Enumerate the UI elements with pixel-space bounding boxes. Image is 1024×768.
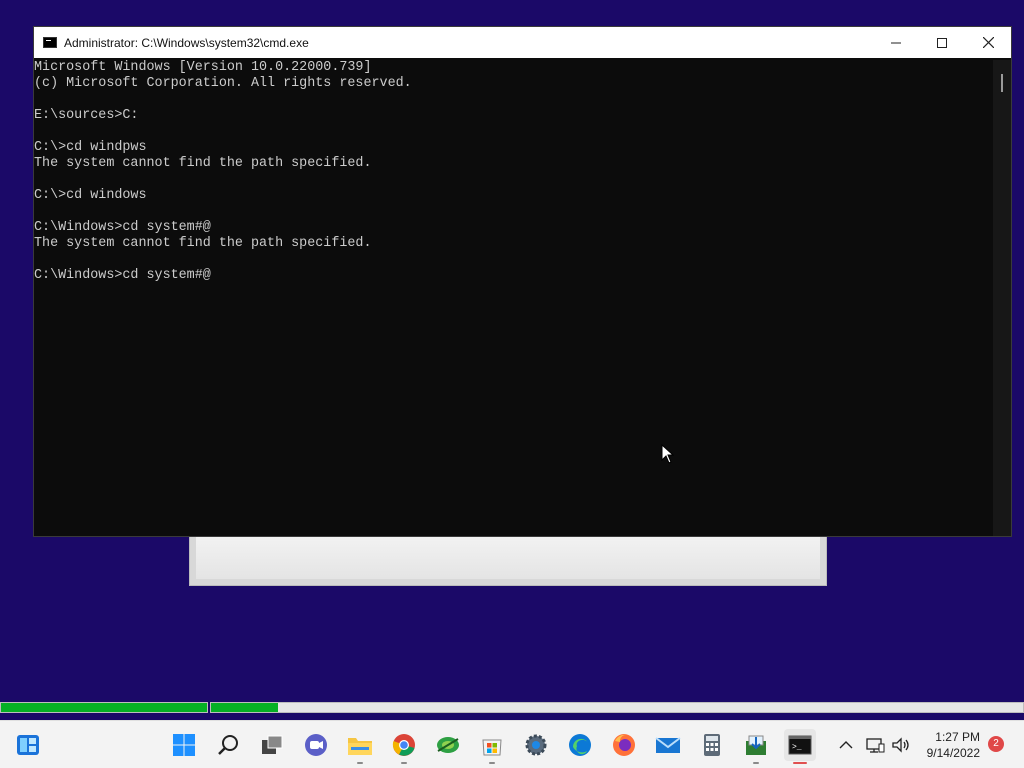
cmd-window[interactable]: Administrator: C:\Windows\system32\cmd.e…	[33, 26, 1012, 537]
clock-time: 1:27 PM	[935, 730, 980, 744]
console-line: (c) Microsoft Corporation. All rights re…	[34, 76, 412, 91]
window-title: Administrator: C:\Windows\system32\cmd.e…	[64, 35, 309, 50]
calculator-icon[interactable]	[696, 729, 728, 761]
console-line: C:\>cd windows	[34, 188, 147, 203]
console-line: The system cannot find the path specifie…	[34, 236, 372, 251]
app-green-icon[interactable]	[432, 729, 464, 761]
scroll-thumb[interactable]	[1001, 74, 1003, 92]
console-line: C:\>cd windpws	[34, 140, 147, 155]
volume-icon[interactable]	[888, 729, 914, 761]
clock-date: 9/14/2022	[926, 746, 980, 760]
console-line: C:\Windows>cd system#@	[34, 220, 211, 235]
mail-icon[interactable]	[652, 729, 684, 761]
close-button[interactable]	[965, 27, 1011, 58]
network-icon[interactable]	[862, 729, 888, 761]
cmd-icon	[43, 37, 57, 48]
close-icon	[982, 37, 994, 48]
console-line: The system cannot find the path specifie…	[34, 156, 372, 171]
edge-icon[interactable]	[564, 729, 596, 761]
maximize-icon	[937, 37, 947, 48]
maximize-button[interactable]	[919, 27, 965, 58]
progress-area	[0, 702, 1024, 714]
clock[interactable]: 1:27 PM 9/14/2022	[918, 729, 980, 761]
scrollbar[interactable]	[993, 60, 1011, 536]
console-line: Microsoft Windows [Version 10.0.22000.73…	[34, 60, 372, 75]
command-prompt-icon[interactable]: >_	[784, 729, 816, 764]
microsoft-store-icon[interactable]	[476, 729, 508, 764]
progress-bar-1	[0, 702, 208, 713]
progress-bar-2	[210, 702, 1024, 713]
show-hidden-icons-button[interactable]	[832, 729, 860, 761]
app-installer-icon[interactable]	[740, 729, 772, 764]
chevron-up-icon	[839, 741, 853, 749]
task-view-icon[interactable]	[256, 729, 288, 761]
taskbar: >_ 1:27 PM 9/14/2022	[0, 720, 1024, 768]
start-icon[interactable]	[168, 729, 200, 761]
teams-chat-icon[interactable]	[300, 729, 332, 761]
title-bar[interactable]: Administrator: C:\Windows\system32\cmd.e…	[34, 27, 1011, 58]
chrome-icon[interactable]	[388, 729, 420, 764]
console-line: C:\Windows>cd system#@	[34, 268, 211, 283]
notification-badge[interactable]: 2	[988, 736, 1004, 752]
console-line: E:\sources>C:	[34, 108, 139, 123]
firefox-icon[interactable]	[608, 729, 640, 761]
search-icon[interactable]	[212, 729, 244, 761]
background-window	[189, 536, 827, 586]
minimize-icon	[891, 42, 901, 43]
file-explorer-icon[interactable]	[344, 729, 376, 764]
widgets-icon[interactable]	[12, 729, 44, 761]
svg-text:>_: >_	[792, 743, 802, 752]
mouse-cursor-icon	[661, 444, 675, 464]
console-output[interactable]: Microsoft Windows [Version 10.0.22000.73…	[34, 60, 993, 536]
settings-icon[interactable]	[520, 729, 552, 761]
minimize-button[interactable]	[873, 27, 919, 58]
